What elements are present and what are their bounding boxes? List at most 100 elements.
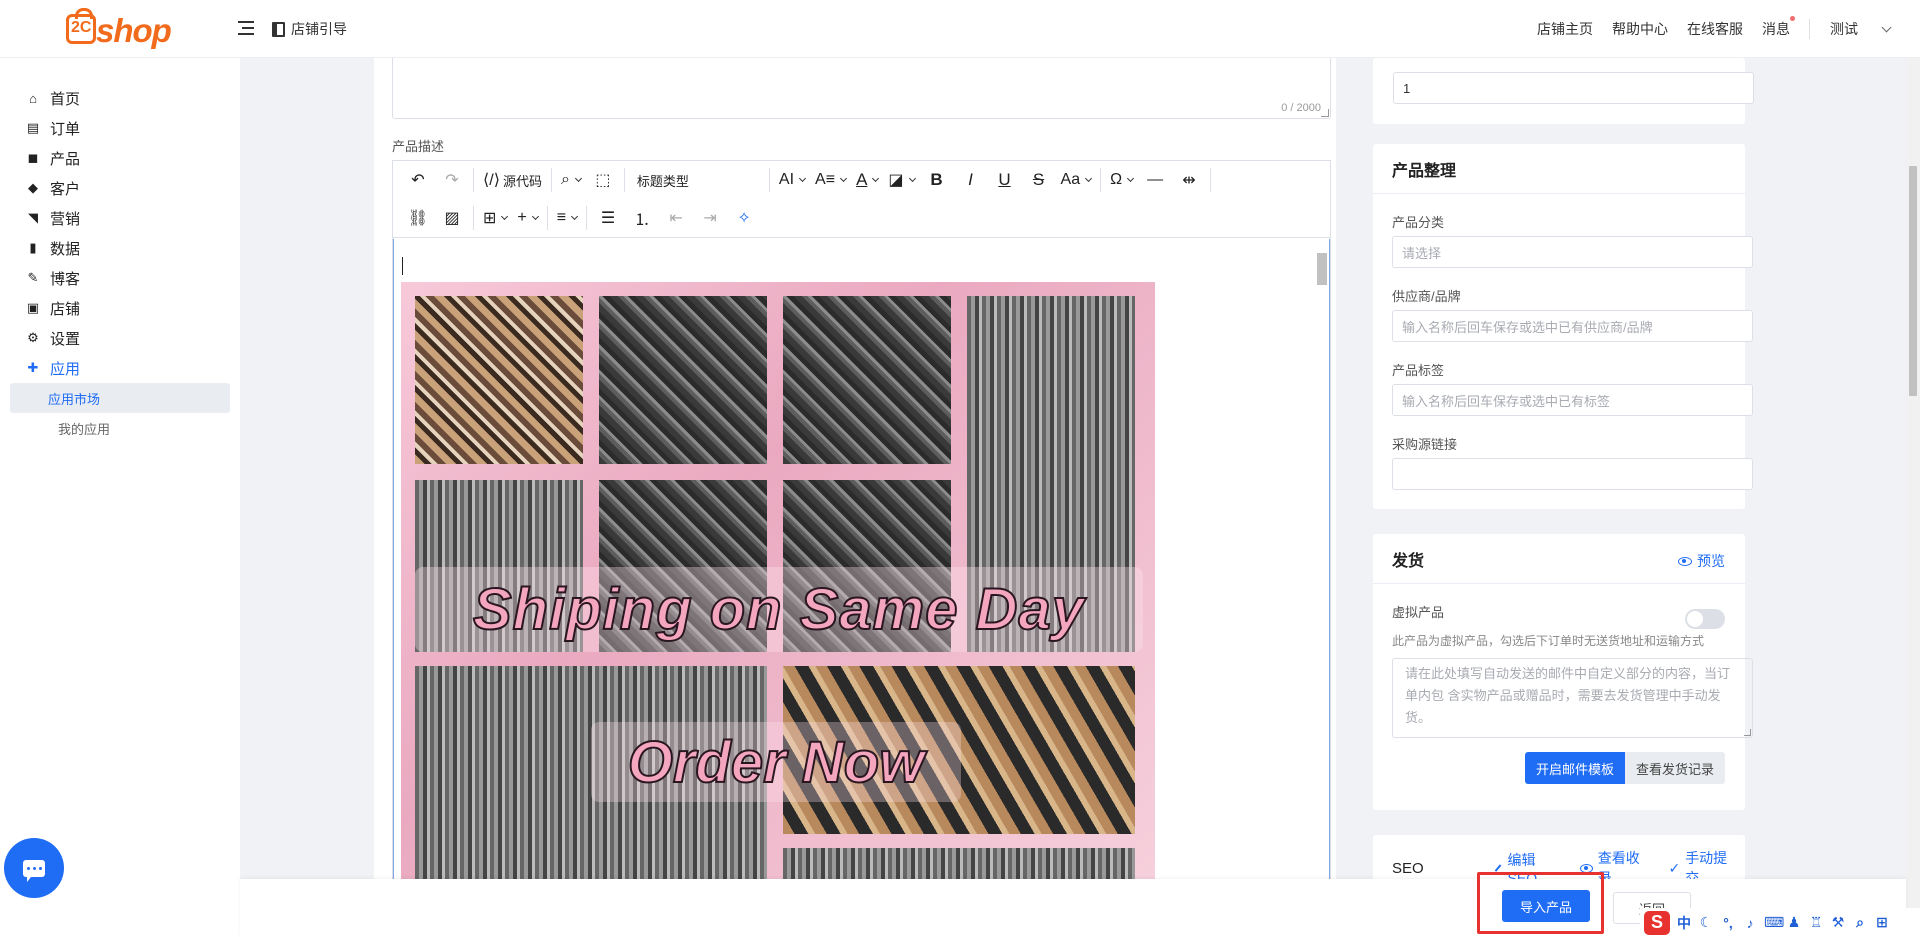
ime-lang-toggle[interactable]: 中	[1676, 913, 1692, 933]
source-link-input[interactable]	[1392, 458, 1753, 490]
heading-select[interactable]: 标题类型	[629, 166, 765, 194]
insert-button[interactable]: +	[512, 204, 542, 232]
sidebar-item-label: 设置	[50, 330, 81, 348]
table-button[interactable]: ⊞	[478, 204, 512, 232]
organize-title: 产品整理	[1373, 144, 1745, 194]
online-support-link[interactable]: 在线客服	[1687, 19, 1743, 39]
tools-icon[interactable]: ⚒	[1830, 914, 1846, 931]
indent-icon[interactable]: ⇥	[693, 204, 727, 232]
preview-link[interactable]: 预览	[1678, 551, 1725, 571]
quantity-input[interactable]: 1	[1393, 72, 1754, 104]
editor-scrollbar[interactable]	[1317, 253, 1327, 285]
align-button[interactable]: ≡	[552, 204, 582, 232]
char-counter: 0 / 2000	[1281, 102, 1321, 114]
text-transform-button[interactable]: Aa	[1056, 166, 1097, 194]
mic-icon[interactable]: ♪	[1742, 915, 1758, 931]
source-link-label: 采购源链接	[1392, 437, 1458, 452]
menu-toggle-icon[interactable]	[238, 21, 254, 35]
source-code-button[interactable]: ⟨/⟩ 源代码	[478, 166, 547, 194]
sidebar-item-3[interactable]: ◆ 客户	[0, 173, 240, 203]
shipping-title: 发货	[1392, 552, 1425, 570]
sidebar-item-1[interactable]: ▤ 订单	[0, 113, 240, 143]
user-icon[interactable]: ♟	[1786, 914, 1802, 931]
redo-icon[interactable]: ↷	[435, 166, 469, 194]
background-color-button[interactable]: ◪	[883, 166, 919, 194]
magic-wand-icon[interactable]: ✧	[727, 204, 761, 232]
bullet-list-icon[interactable]: ☰	[591, 204, 625, 232]
moon-icon[interactable]: ☾	[1698, 914, 1714, 931]
keyboard-icon[interactable]: ⌨	[1764, 914, 1784, 931]
photo-hair-ombre	[415, 296, 583, 464]
editor-content[interactable]: Shiping on Same Day Order Now	[393, 239, 1330, 937]
logo-text: shop	[96, 12, 172, 49]
sogou-logo-icon[interactable]: S	[1644, 910, 1670, 935]
resize-handle[interactable]	[1744, 729, 1751, 736]
select-all-icon[interactable]: ⬚	[586, 166, 620, 194]
special-char-button[interactable]: Ω	[1105, 166, 1138, 194]
grid-icon[interactable]: ⊞	[1874, 914, 1890, 931]
sidebar-item-4[interactable]: ◥ 营销	[0, 203, 240, 233]
store-guide-label: 店铺引导	[291, 21, 347, 37]
image-icon[interactable]: ▨	[435, 204, 469, 232]
order-now-banner: Order Now	[591, 722, 961, 802]
category-select[interactable]: 请选择	[1392, 236, 1753, 268]
shirt-icon[interactable]: ♖	[1808, 914, 1824, 931]
sidebar-item-label: 客户	[50, 180, 81, 198]
sidebar-item-2[interactable]: ◼ 产品	[0, 143, 240, 173]
sidebar-sub-app-market[interactable]: 应用市场	[10, 383, 230, 413]
scrollbar-thumb[interactable]	[1909, 166, 1917, 396]
gear-icon: ⚙	[27, 330, 39, 345]
page-break-button[interactable]: ⇹	[1172, 166, 1206, 194]
import-product-button[interactable]: 导入产品	[1502, 890, 1590, 922]
italic-button[interactable]: I	[954, 166, 988, 194]
sidebar-item-0[interactable]: ⌂ 首页	[0, 83, 240, 113]
user-menu[interactable]: 测试	[1830, 19, 1892, 39]
font-color-button[interactable]: A	[851, 166, 883, 194]
page-scrollbar[interactable]	[1906, 58, 1920, 937]
product-image[interactable]: Shiping on Same Day Order Now	[401, 282, 1155, 882]
outdent-icon[interactable]: ⇤	[659, 204, 693, 232]
seo-title: SEO	[1392, 859, 1424, 877]
search-icon[interactable]: ⌕	[1852, 914, 1868, 931]
shop-logo[interactable]: 2C shop	[66, 8, 176, 50]
summary-textarea[interactable]: 0 / 2000	[392, 58, 1331, 119]
sidebar-item-8[interactable]: ⚙ 设置	[0, 323, 240, 353]
email-template-button[interactable]: 开启邮件模板	[1524, 752, 1625, 784]
clipboard-icon: ▤	[26, 120, 40, 135]
sidebar-item-6[interactable]: ✎ 博客	[0, 263, 240, 293]
find-replace-button[interactable]: ⌕	[556, 166, 586, 194]
messages-link[interactable]: 消息	[1762, 16, 1795, 39]
resize-handle[interactable]	[1321, 109, 1329, 117]
photo-bottom	[783, 848, 1135, 882]
underline-button[interactable]: U	[988, 166, 1022, 194]
shipping-header: 发货 预览	[1373, 534, 1745, 584]
chat-button[interactable]	[4, 838, 64, 898]
supplier-input[interactable]: 输入名称后回车保存或选中已有供应商/品牌	[1392, 310, 1753, 342]
virtual-product-label: 虚拟产品	[1392, 605, 1445, 620]
chat-bubble-icon	[23, 859, 45, 882]
sidebar-sub-my-apps[interactable]: 我的应用	[10, 413, 230, 443]
store-home-link[interactable]: 店铺主页	[1537, 19, 1593, 39]
organize-card: 产品整理 产品分类 请选择 供应商/品牌 输入名称后回车保存或选中已有供应商/品…	[1373, 144, 1753, 509]
shipping-records-button[interactable]: 查看发货记录	[1624, 752, 1725, 784]
strikethrough-button[interactable]: S	[1022, 166, 1056, 194]
help-center-link[interactable]: 帮助中心	[1612, 19, 1668, 39]
horizontal-rule-button[interactable]: —	[1138, 166, 1172, 194]
tag-input[interactable]: 输入名称后回车保存或选中已有标签	[1392, 384, 1753, 416]
numbered-list-icon[interactable]: ⒈	[625, 204, 659, 232]
sidebar-item-5[interactable]: ▮ 数据	[0, 233, 240, 263]
sidebar-item-7[interactable]: ▣ 店铺	[0, 293, 240, 323]
tag-icon: ◥	[28, 210, 38, 225]
punctuation-icon[interactable]: °,	[1720, 915, 1736, 931]
virtual-product-toggle[interactable]	[1685, 609, 1725, 629]
link-icon[interactable]: ⛓	[401, 204, 435, 232]
line-height-button[interactable]: A≡	[810, 166, 851, 194]
bar-chart-icon: ▮	[29, 240, 37, 255]
sidebar-item-9[interactable]: ✚ 应用	[0, 353, 240, 383]
email-content-textarea[interactable]: 请在此处填写自动发送的邮件中自定义部分的内容，当订单内包 含实物产品或赠品时，需…	[1392, 658, 1753, 738]
store-guide-link[interactable]: 店铺引导	[272, 19, 347, 39]
undo-icon[interactable]: ↶	[401, 166, 435, 194]
font-size-button[interactable]: AI	[774, 166, 810, 194]
bold-button[interactable]: B	[920, 166, 954, 194]
user-name: 测试	[1830, 21, 1858, 37]
